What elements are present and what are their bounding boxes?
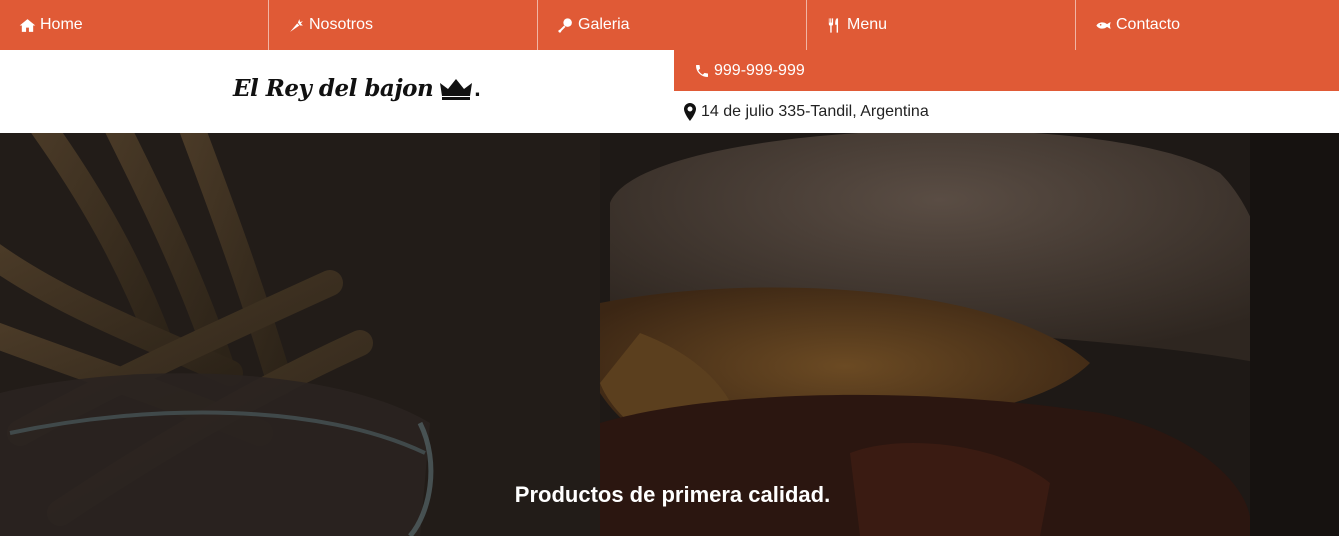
fish-icon (1096, 21, 1111, 29)
brand-name: El Rey del bajon (233, 75, 434, 102)
nav-label-nosotros: Nosotros (309, 16, 374, 33)
map-marker-icon (684, 103, 696, 121)
nav-item-contacto[interactable]: Contacto (1076, 0, 1339, 50)
nav-item-menu[interactable]: Menu (807, 0, 1076, 50)
address-text: 14 de julio 335-Tandil, Argentina (701, 103, 929, 120)
phone-number: 999-999-999 (714, 61, 805, 79)
hero-background-image (0, 133, 1339, 536)
hero-caption: Productos de primera calidad. (514, 482, 831, 507)
drumstick-icon (558, 17, 572, 33)
site-header: El Rey del bajon . 999-999-999 14 de jul… (0, 50, 1339, 133)
nav-item-galeria[interactable]: Galeria (538, 0, 807, 50)
nav-label-menu: Menu (847, 16, 888, 33)
brand-logo[interactable]: El Rey del bajon . (233, 75, 481, 102)
nav-item-nosotros[interactable]: Nosotros (269, 0, 538, 50)
carrot-icon (290, 18, 303, 32)
nav-item-home[interactable]: Home (0, 0, 269, 50)
main-nav: Home Nosotros Galeria Menu Contacto (0, 0, 1339, 50)
nav-label-galeria: Galeria (578, 16, 630, 33)
address-line: 14 de julio 335-Tandil, Argentina (674, 91, 1339, 133)
home-icon (19, 18, 36, 32)
phone-icon (696, 64, 708, 77)
nav-label-home: Home (40, 16, 83, 33)
nav-label-contacto: Contacto (1116, 16, 1181, 33)
cutlery-icon (828, 17, 839, 33)
hero-banner: Productos de primera calidad. (0, 133, 1339, 536)
crown-icon (440, 78, 473, 100)
brand-suffix: . (474, 75, 481, 101)
phone-bar[interactable]: 999-999-999 (674, 50, 1339, 91)
